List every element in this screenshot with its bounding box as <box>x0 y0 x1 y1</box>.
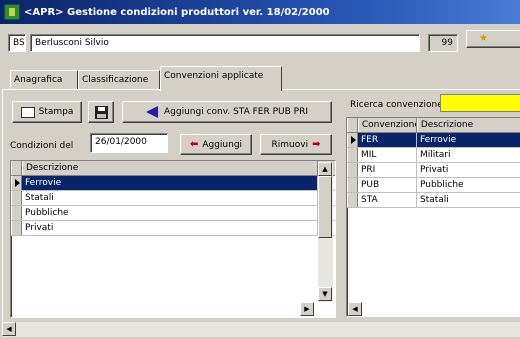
table-row[interactable]: MIL Militari <box>347 148 520 163</box>
remove-condition-button[interactable]: Rimuovi ➡ <box>260 134 332 155</box>
column-header-descrizione[interactable]: Descrizione <box>416 118 520 132</box>
tab-convenzioni-applicate[interactable]: Convenzioni applicate <box>160 66 282 91</box>
row-indicator <box>11 221 22 235</box>
window-hscrollbar[interactable]: ◀ <box>2 322 520 337</box>
table-cell[interactable]: Statali <box>22 191 318 205</box>
conditions-label: Condizioni del <box>10 141 74 151</box>
table-row[interactable]: PRI Privati <box>347 163 520 178</box>
table-cell[interactable]: MIL <box>358 148 417 162</box>
header-action-button[interactable]: ★ <box>466 30 520 48</box>
tab-classificazione[interactable]: Classificazione <box>78 70 160 90</box>
conditions-grid[interactable]: Descrizione Ferrovie Statali Pubbliche P… <box>10 160 336 318</box>
table-cell[interactable]: FER <box>358 133 417 147</box>
arrow-left-icon <box>146 106 159 118</box>
row-indicator <box>347 133 358 147</box>
counter-field: 99 <box>428 34 458 52</box>
conventions-grid[interactable]: Convenzione Descrizione FER Ferrovie MIL… <box>346 117 520 317</box>
table-cell[interactable]: Pubbliche <box>22 206 318 220</box>
table-row[interactable]: PUB Pubbliche <box>347 178 520 193</box>
table-cell[interactable]: Ferrovie <box>416 133 520 147</box>
arrow-right-red-icon: ➡ <box>312 139 321 150</box>
row-indicator <box>11 176 22 190</box>
conditions-grid-vscrollbar[interactable]: ▲ ▼ <box>318 162 333 302</box>
producer-name-field[interactable]: Berlusconi Silvio <box>30 34 420 52</box>
scroll-thumb[interactable] <box>318 176 332 238</box>
scroll-left-icon[interactable]: ◀ <box>2 322 16 336</box>
window-title: <APR> Gestione condizioni produttori ver… <box>24 6 330 18</box>
column-header-descrizione[interactable]: Descrizione <box>22 161 318 175</box>
table-row[interactable]: Statali <box>11 191 335 206</box>
remove-condition-label: Rimuovi <box>271 139 309 150</box>
row-indicator <box>347 148 358 162</box>
table-cell[interactable]: Pubbliche <box>417 178 520 192</box>
table-cell[interactable]: Militari <box>417 148 520 162</box>
scroll-left-icon[interactable]: ◀ <box>348 302 362 316</box>
print-button-label: Stampa <box>38 107 74 117</box>
producer-code-field[interactable]: BS <box>8 34 26 52</box>
table-row[interactable]: Privati <box>11 221 335 236</box>
conventions-grid-header: Convenzione Descrizione <box>347 118 520 133</box>
floppy-disk-icon <box>94 105 108 119</box>
title-bar[interactable]: <APR> Gestione condizioni produttori ver… <box>0 0 520 24</box>
table-cell[interactable]: STA <box>358 193 417 207</box>
table-cell[interactable]: Privati <box>22 221 318 235</box>
row-indicator <box>347 178 358 192</box>
arrow-left-red-icon: ⬅ <box>189 139 199 150</box>
table-row[interactable]: FER Ferrovie <box>347 133 520 148</box>
tab-anagrafica[interactable]: Anagrafica <box>10 70 78 90</box>
add-convention-label: Aggiungi conv. STA FER PUB PRI <box>164 107 308 117</box>
scroll-down-icon[interactable]: ▼ <box>318 287 332 301</box>
row-indicator <box>11 206 22 220</box>
person-icon: ★ <box>479 33 488 44</box>
table-row[interactable]: Ferrovie <box>11 176 335 191</box>
table-row[interactable]: Pubbliche <box>11 206 335 221</box>
conditions-grid-header: Descrizione <box>11 161 335 176</box>
table-cell[interactable]: Privati <box>417 163 520 177</box>
table-cell[interactable]: Ferrovie <box>22 176 318 190</box>
print-button[interactable]: Stampa <box>12 101 82 123</box>
scroll-right-icon[interactable]: ▶ <box>300 302 314 316</box>
table-row[interactable]: STA Statali <box>347 193 520 208</box>
add-condition-label: Aggiungi <box>202 139 243 150</box>
conditions-date-field[interactable]: 26/01/2000 <box>90 133 168 153</box>
row-indicator <box>347 193 358 207</box>
table-cell[interactable]: PUB <box>358 178 417 192</box>
row-indicator <box>347 163 358 177</box>
add-convention-button[interactable]: Aggiungi conv. STA FER PUB PRI <box>122 101 332 123</box>
app-icon <box>4 4 20 20</box>
add-condition-button[interactable]: ⬅ Aggiungi <box>180 134 252 155</box>
search-label: Ricerca convenzione <box>350 100 443 110</box>
row-indicator <box>11 191 22 205</box>
save-button[interactable] <box>88 101 114 123</box>
table-cell[interactable]: Statali <box>417 193 520 207</box>
column-header-convenzione[interactable]: Convenzione <box>357 118 417 132</box>
scroll-up-icon[interactable]: ▲ <box>318 162 332 176</box>
search-input[interactable] <box>440 94 520 112</box>
table-cell[interactable]: PRI <box>358 163 417 177</box>
printer-icon <box>20 106 35 118</box>
